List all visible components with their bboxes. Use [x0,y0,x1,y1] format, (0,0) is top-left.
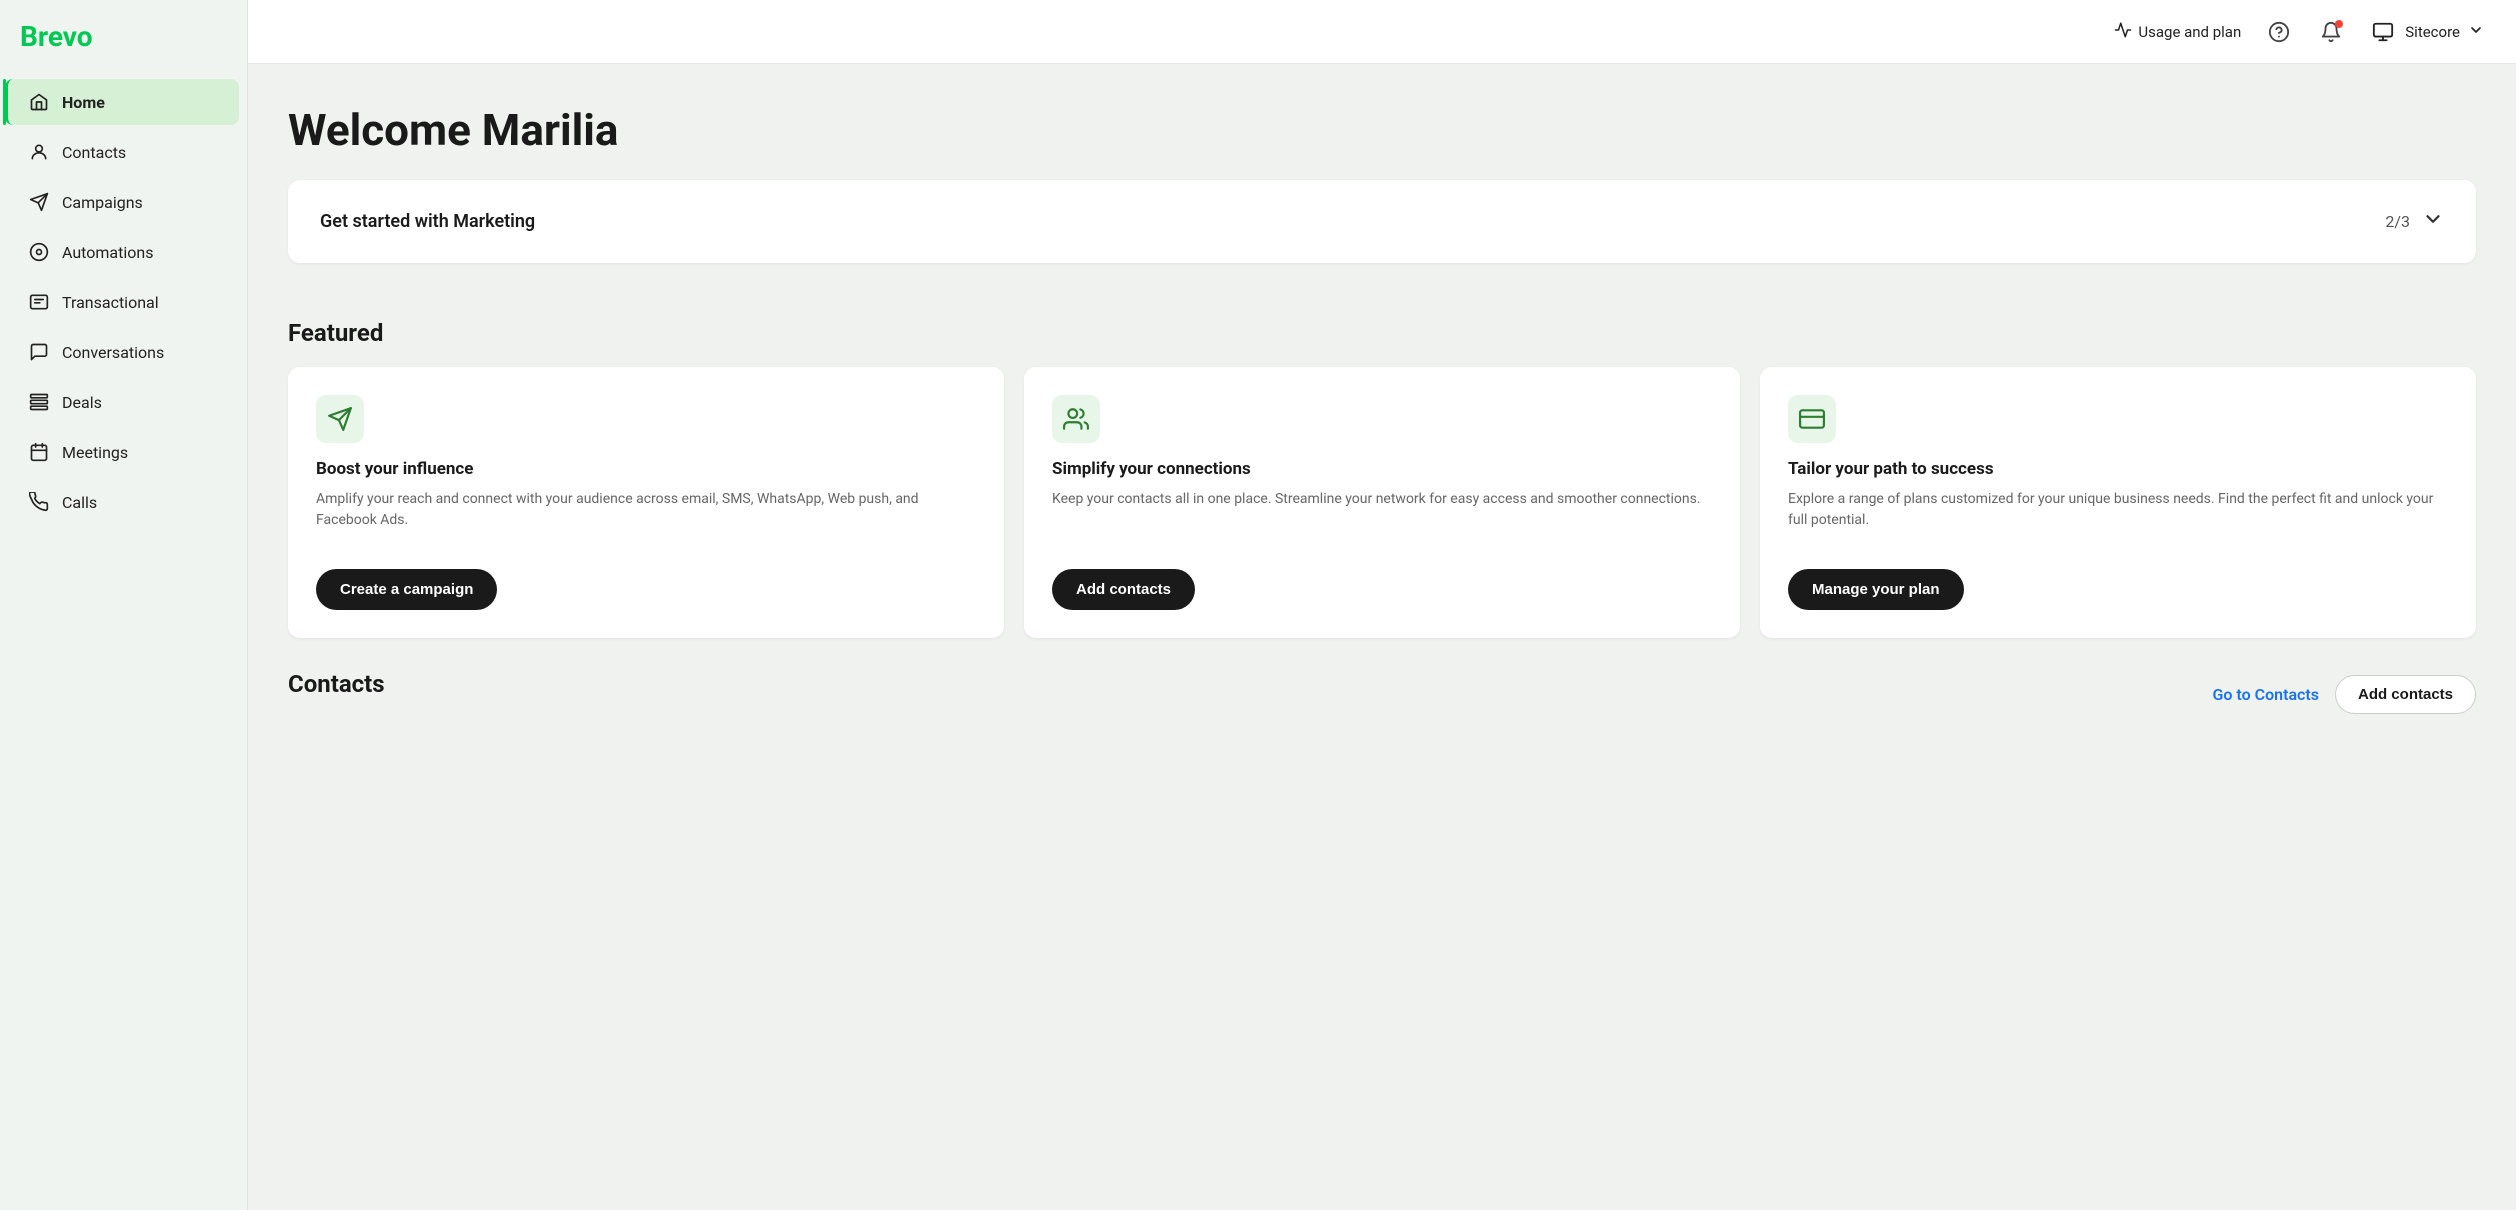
get-started-progress-area: 2/3 [2385,208,2444,235]
notifications-button[interactable] [2317,18,2345,46]
users-icon [1063,406,1089,432]
feature-card-contacts: Simplify your connections Keep your cont… [1024,367,1740,638]
automations-icon [28,241,50,263]
card-desc-plan: Explore a range of plans customized for … [1788,489,2448,549]
sidebar-item-automations[interactable]: Automations [8,229,239,275]
get-started-card[interactable]: Get started with Marketing 2/3 [288,180,2476,263]
add-contacts-button[interactable]: Add contacts [2335,675,2476,714]
contacts-header: Contacts Go to Contacts Add contacts [288,670,2476,718]
campaigns-icon [28,191,50,213]
get-started-progress: 2/3 [2385,212,2410,231]
feature-card-plan: Tailor your path to success Explore a ra… [1760,367,2476,638]
send-icon-wrap [316,395,364,443]
sidebar-item-home[interactable]: Home [5,79,239,125]
conversations-icon [28,341,50,363]
sidebar-item-contacts[interactable]: Contacts [8,129,239,175]
sidebar-item-campaigns[interactable]: Campaigns [8,179,239,225]
sidebar: Brevo Home Contacts Campaigns Automation… [0,0,248,1210]
usage-and-plan-button[interactable]: Usage and plan [2114,21,2241,43]
sidebar-item-conversations[interactable]: Conversations [8,329,239,375]
get-started-label: Get started with Marketing [320,211,535,232]
card-desc-campaigns: Amplify your reach and connect with your… [316,489,976,549]
account-dropdown[interactable]: Sitecore [2369,18,2484,46]
plan-icon-wrap [1788,395,1836,443]
card-title-plan: Tailor your path to success [1788,459,2448,479]
card-title-campaigns: Boost your influence [316,459,976,479]
contacts-section-title: Contacts [288,670,385,698]
calls-icon [28,491,50,513]
feature-card-campaigns: Boost your influence Amplify your reach … [288,367,1004,638]
sidebar-item-campaigns-label: Campaigns [62,193,143,212]
sidebar-item-transactional[interactable]: Transactional [8,279,239,325]
sidebar-item-meetings-label: Meetings [62,443,128,462]
usage-icon [2114,21,2132,43]
sidebar-item-automations-label: Automations [62,243,153,262]
contacts-icon [28,141,50,163]
sidebar-item-calls-label: Calls [62,493,97,512]
featured-cards-grid: Boost your influence Amplify your reach … [288,367,2476,638]
account-icon [2369,18,2397,46]
sidebar-item-transactional-label: Transactional [62,293,159,312]
sidebar-item-deals[interactable]: Deals [8,379,239,425]
contacts-section: Contacts Go to Contacts Add contacts [248,670,2516,750]
header: Usage and plan Sitecore [248,0,2516,64]
sidebar-item-meetings[interactable]: Meetings [8,429,239,475]
meetings-icon [28,441,50,463]
plan-icon [1799,406,1825,432]
deals-icon [28,391,50,413]
notification-badge [2335,20,2343,28]
create-campaign-button[interactable]: Create a campaign [316,569,497,610]
sidebar-item-deals-label: Deals [62,393,102,412]
manage-plan-button[interactable]: Manage your plan [1788,569,1964,610]
sidebar-item-conversations-label: Conversations [62,343,164,362]
sidebar-item-home-label: Home [62,93,105,112]
card-title-contacts: Simplify your connections [1052,459,1712,479]
get-started-chevron-icon [2422,208,2444,235]
account-name: Sitecore [2405,23,2460,41]
brand-logo: Brevo [0,20,247,77]
account-chevron-icon [2468,22,2484,42]
transactional-icon [28,291,50,313]
welcome-section: Welcome Marilia Get started with Marketi… [248,64,2516,287]
go-to-contacts-link[interactable]: Go to Contacts [2212,685,2319,704]
sidebar-item-calls[interactable]: Calls [8,479,239,525]
help-button[interactable] [2265,18,2293,46]
send-icon [327,406,353,432]
sidebar-item-contacts-label: Contacts [62,143,126,162]
add-contacts-featured-button[interactable]: Add contacts [1052,569,1195,610]
home-icon [28,91,50,113]
card-desc-contacts: Keep your contacts all in one place. Str… [1052,489,1712,549]
main-content: Usage and plan Sitecore Welcome Marilia … [248,0,2516,1210]
featured-section: Featured Boost your influence Amplify yo… [248,287,2516,670]
users-icon-wrap [1052,395,1100,443]
featured-title: Featured [288,319,2476,347]
contacts-actions: Go to Contacts Add contacts [2212,675,2476,714]
usage-label: Usage and plan [2138,23,2241,41]
welcome-title: Welcome Marilia [288,104,2476,156]
